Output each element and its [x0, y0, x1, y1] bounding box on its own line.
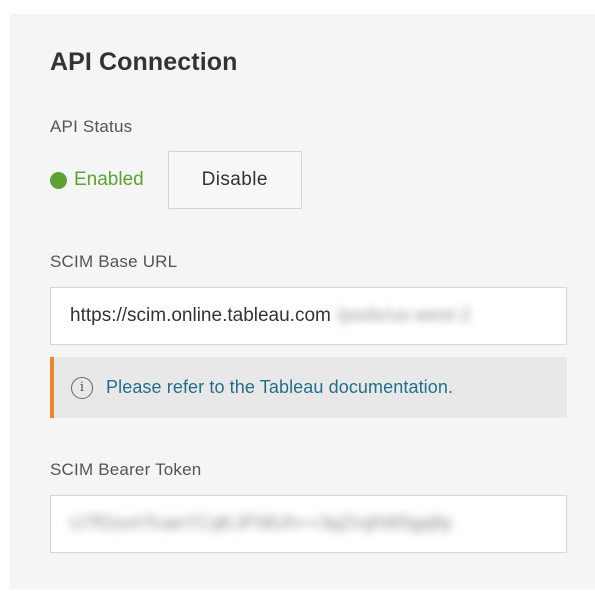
info-banner: i Please refer to the Tableau documentat… — [50, 357, 567, 418]
disable-button[interactable]: Disable — [167, 151, 302, 209]
scim-base-url-value: https://scim.online.tableau.com — [70, 305, 331, 326]
scim-bearer-token-field[interactable]: U7fGsvnTcaeYCqKJFNlUh++3qZrxjhW5gq8y — [50, 495, 567, 553]
section-title: API Connection — [50, 48, 238, 76]
scim-bearer-token-obscured: U7fGsvnTcaeYCqKJFNlUh++3qZrxjhW5gq8y — [70, 513, 453, 534]
documentation-link[interactable]: Please refer to the Tableau documentatio… — [106, 377, 453, 398]
api-status-row: Enabled Disable — [50, 150, 302, 210]
info-icon: i — [71, 376, 93, 399]
api-status-value: Enabled — [74, 169, 144, 190]
api-connection-panel: API Connection API Status Enabled Disabl… — [10, 14, 595, 589]
scim-base-url-obscured: /pods/us-west-2 — [336, 305, 471, 326]
scim-base-url-label: SCIM Base URL — [50, 252, 178, 271]
status-indicator-dot — [50, 171, 67, 189]
scim-base-url-field[interactable]: https://scim.online.tableau.com/pods/us-… — [50, 287, 567, 345]
api-status-label: API Status — [50, 117, 133, 136]
scim-bearer-token-label: SCIM Bearer Token — [50, 460, 202, 479]
